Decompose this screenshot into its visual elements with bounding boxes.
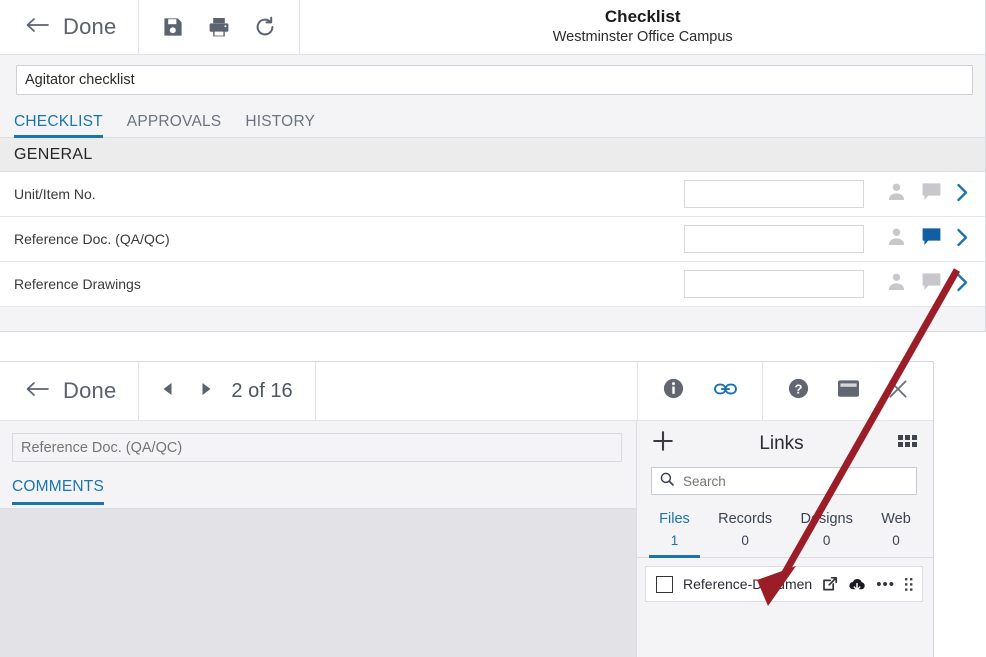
file-name: Reference-Documen...	[683, 576, 813, 592]
links-tab-count: 0	[892, 533, 900, 548]
drag-handle-icon[interactable]	[905, 577, 913, 591]
checklist-name-input[interactable]	[16, 65, 973, 95]
checkbox-icon[interactable]	[656, 575, 673, 593]
chevron-right-icon[interactable]	[956, 273, 969, 296]
row-value-input[interactable]	[684, 180, 864, 208]
checklist-name-field-wrap	[0, 55, 985, 107]
links-search-wrap	[637, 467, 933, 495]
tab-checklist[interactable]: CHECKLIST	[14, 113, 115, 138]
checklist-done-button[interactable]: Done	[0, 0, 140, 54]
checklist-toolbar-icons	[139, 0, 301, 54]
detail-item-name-input[interactable]	[12, 433, 622, 462]
row-value-input[interactable]	[684, 270, 864, 298]
print-icon[interactable]	[207, 15, 231, 39]
person-icon[interactable]	[886, 181, 907, 207]
refresh-icon[interactable]	[253, 15, 277, 39]
links-tab-count: 0	[741, 533, 749, 548]
detail-done-label: Done	[63, 378, 117, 403]
table-row[interactable]: Unit/Item No.	[0, 172, 985, 217]
comment-icon-active[interactable]	[921, 226, 942, 252]
chevron-right-icon[interactable]	[956, 183, 969, 206]
page-title: Checklist	[604, 6, 681, 26]
panel-icon[interactable]	[836, 378, 861, 404]
links-tab-label: Files	[659, 511, 690, 527]
section-header-general: GENERAL	[0, 138, 985, 172]
links-tab-files[interactable]: Files 1	[649, 511, 700, 558]
arrow-left-icon	[24, 379, 50, 404]
link-icon[interactable]	[713, 380, 738, 403]
comment-icon[interactable]	[921, 271, 942, 297]
detail-toolbar-spacer	[316, 362, 638, 420]
links-tabs: Files 1 Records 0 Designs 0 Web 0	[637, 511, 933, 558]
record-counter: 2 of 16	[231, 379, 293, 402]
person-icon[interactable]	[886, 271, 907, 297]
comments-content-area	[0, 509, 636, 657]
info-icon[interactable]	[662, 377, 685, 405]
links-panel: Links Search Files 1 Records 0 Designs 0…	[636, 421, 933, 657]
search-box[interactable]	[651, 467, 917, 495]
save-icon[interactable]	[161, 15, 185, 39]
links-panel-title: Links	[759, 433, 804, 454]
close-icon[interactable]	[887, 378, 909, 405]
checklist-title-block: Checklist Westminster Office Campus	[300, 0, 985, 54]
row-actions	[864, 226, 985, 252]
ellipsis-icon[interactable]: •••	[876, 577, 895, 592]
svg-text:?: ?	[795, 381, 803, 396]
comment-icon[interactable]	[921, 181, 942, 207]
detail-body: COMMENTS Links	[0, 421, 933, 657]
table-row[interactable]: Reference Drawings	[0, 262, 985, 307]
app-root: Done Checklist Westminster Office Campus	[0, 0, 986, 657]
page-subtitle: Westminster Office Campus	[552, 29, 733, 46]
checklist-tabs: CHECKLIST APPROVALS HISTORY	[0, 107, 985, 138]
detail-toolbar: Done 2 of 16 ?	[0, 362, 933, 421]
detail-main-column: COMMENTS	[0, 421, 636, 657]
detail-panel: Done 2 of 16 ? Reference Doc. (QA/QC) CO…	[0, 361, 934, 657]
cloud-download-icon[interactable]	[848, 577, 866, 592]
checklist-toolbar: Done Checklist Westminster Office Campus	[0, 0, 985, 55]
table-row[interactable]: Reference Doc. (QA/QC)	[0, 217, 985, 262]
row-value-input[interactable]	[684, 225, 864, 253]
detail-section-tabs: COMMENTS	[0, 462, 636, 509]
list-item[interactable]: Reference-Documen... •••	[645, 566, 923, 602]
detail-done-button[interactable]: Done	[0, 362, 140, 420]
row-actions	[864, 271, 985, 297]
links-tab-label: Web	[881, 511, 911, 527]
links-tab-count: 0	[822, 533, 831, 548]
links-tab-records[interactable]: Records 0	[714, 511, 776, 557]
row-label: Reference Doc. (QA/QC)	[14, 231, 170, 247]
grid-icon[interactable]	[898, 435, 917, 453]
detail-name-field-wrap	[0, 421, 636, 462]
triangle-right-icon[interactable]	[200, 381, 213, 402]
links-panel-header: Links	[637, 421, 933, 467]
detail-view-icons: ?	[763, 362, 933, 420]
arrow-left-icon	[24, 15, 50, 40]
search-input[interactable]	[683, 473, 908, 489]
links-tab-count: 1	[670, 533, 679, 548]
links-tab-web[interactable]: Web 0	[877, 511, 915, 557]
tab-approvals[interactable]: APPROVALS	[127, 113, 234, 137]
tab-comments[interactable]: COMMENTS	[12, 478, 105, 505]
checklist-panel: Done Checklist Westminster Office Campus	[0, 0, 986, 332]
links-tab-label: Designs	[800, 511, 853, 527]
row-actions	[864, 181, 985, 207]
external-link-icon[interactable]	[822, 576, 838, 592]
detail-info-icons	[638, 362, 763, 420]
chevron-right-icon[interactable]	[956, 228, 969, 251]
links-tab-designs[interactable]: Designs 0	[796, 511, 856, 557]
triangle-left-icon[interactable]	[161, 381, 174, 402]
search-icon	[660, 472, 674, 491]
links-tab-label: Records	[718, 511, 773, 527]
help-icon[interactable]: ?	[787, 377, 810, 405]
row-label: Reference Drawings	[14, 276, 141, 292]
tab-history[interactable]: HISTORY	[245, 113, 327, 137]
checklist-done-label: Done	[63, 14, 117, 39]
row-label: Unit/Item No.	[14, 186, 96, 202]
person-icon[interactable]	[886, 226, 907, 252]
links-file-list: Reference-Documen... •••	[637, 558, 933, 602]
detail-nav: 2 of 16	[139, 362, 316, 420]
